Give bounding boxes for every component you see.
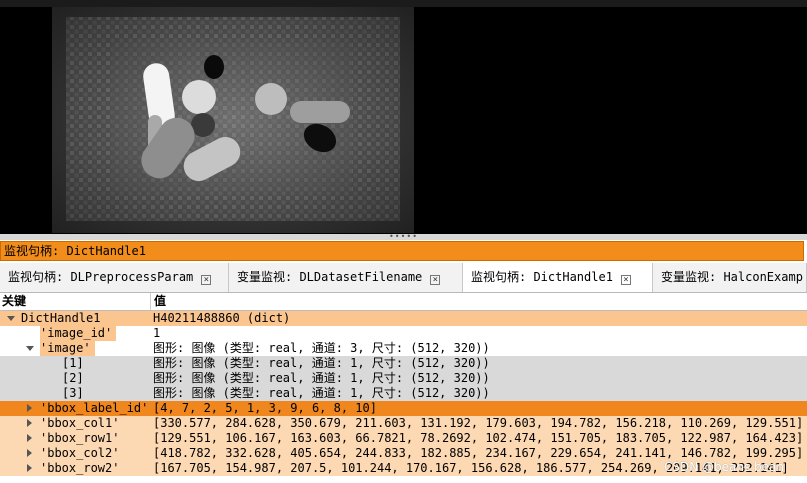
close-icon[interactable]: ×: [201, 275, 212, 285]
row-value: 1: [153, 326, 161, 340]
tab-label: 变量监视: DLDatasetFilename: [237, 270, 423, 284]
tree-row-image-id[interactable]: 'image_id' 1: [0, 326, 807, 341]
row-key: 'bbox_row1': [40, 431, 120, 445]
row-value: [4, 7, 2, 5, 1, 3, 9, 6, 8, 10]: [153, 401, 377, 415]
column-key-header[interactable]: 关键: [2, 293, 26, 310]
image-viewer[interactable]: [0, 0, 807, 236]
row-key: [2]: [62, 371, 84, 385]
row-value: [330.577, 284.628, 350.679, 211.603, 131…: [153, 416, 804, 430]
tab-dlpreprocessparam[interactable]: 监视句柄: DLPreprocessParam ×: [0, 263, 229, 292]
row-value: 图形: 图像 (类型: real, 通道: 3, 尺寸: (512, 320)): [153, 341, 490, 355]
tab-bar: 监视句柄: DLPreprocessParam × 变量监视: DLDataset…: [0, 263, 807, 293]
pill-image: [52, 7, 414, 233]
row-key: [1]: [62, 356, 84, 370]
column-value-header[interactable]: 值: [150, 293, 166, 310]
row-key: 'bbox_col1': [40, 416, 120, 430]
close-icon[interactable]: ×: [430, 275, 441, 285]
row-value: 图形: 图像 (类型: real, 通道: 1, 尺寸: (512, 320)): [153, 386, 490, 400]
row-key: 'bbox_col2': [40, 446, 120, 460]
tree-row-dicthandle[interactable]: DictHandle1 H40211488860 (dict): [0, 311, 807, 326]
row-value: 图形: 图像 (类型: real, 通道: 1, 尺寸: (512, 320)): [153, 371, 490, 385]
tree-row-bbox-col2[interactable]: 'bbox_col2' [418.782, 332.628, 405.654, …: [0, 446, 807, 461]
tab-dicthandle1[interactable]: 监视句柄: DictHandle1 ×: [463, 263, 653, 292]
row-key: 'image_id': [40, 326, 117, 341]
close-icon[interactable]: ×: [620, 275, 631, 285]
tab-label: 监视句柄: DLPreprocessParam: [8, 270, 194, 284]
row-key: 'bbox_label_id': [40, 401, 149, 415]
expand-icon[interactable]: [27, 434, 32, 442]
expand-icon[interactable]: [27, 449, 32, 457]
splitter-handle[interactable]: •••••: [0, 232, 807, 241]
grip-dots-icon: •••••: [388, 232, 419, 241]
collapse-icon[interactable]: [7, 316, 15, 321]
collapse-icon[interactable]: [26, 346, 34, 351]
tree-header: 关键 值: [0, 293, 807, 311]
row-value: H40211488860 (dict): [153, 311, 291, 325]
row-value: [129.551, 106.167, 163.603, 66.7821, 78.…: [153, 431, 804, 445]
monitor-title-bar: 监视句柄: DictHandle1: [0, 241, 804, 261]
watermark: CSDN @beans bean: [664, 460, 785, 474]
tree-row-image-channel-2[interactable]: [2] 图形: 图像 (类型: real, 通道: 1, 尺寸: (512, 3…: [0, 371, 807, 386]
tree-row-image-channel-3[interactable]: [3] 图形: 图像 (类型: real, 通道: 1, 尺寸: (512, 3…: [0, 386, 807, 401]
tab-dldatasetfilename[interactable]: 变量监视: DLDatasetFilename ×: [229, 263, 463, 292]
tree-row-image-channel-1[interactable]: [1] 图形: 图像 (类型: real, 通道: 1, 尺寸: (512, 3…: [0, 356, 807, 371]
row-key: [3]: [62, 386, 84, 400]
row-key: 'bbox_row2': [40, 461, 120, 475]
tab-label: 变量监视: HalconExamp: [661, 270, 803, 284]
dict-tree-view: 关键 值 DictHandle1 H40211488860 (dict) 'im…: [0, 293, 807, 483]
expand-icon[interactable]: [27, 464, 32, 472]
tree-row-image[interactable]: 'image' 图形: 图像 (类型: real, 通道: 3, 尺寸: (51…: [0, 341, 807, 356]
tree-row-bbox-label-id[interactable]: 'bbox_label_id' [4, 7, 2, 5, 1, 3, 9, 6,…: [0, 401, 807, 416]
viewer-top-border: [0, 0, 807, 7]
row-key: DictHandle1: [21, 311, 101, 325]
tab-halconexamp[interactable]: 变量监视: HalconExamp: [653, 263, 807, 292]
row-value: [418.782, 332.628, 405.654, 244.833, 182…: [153, 446, 804, 460]
tab-label: 监视句柄: DictHandle1: [471, 270, 613, 284]
expand-icon[interactable]: [27, 419, 32, 427]
tree-row-bbox-col1[interactable]: 'bbox_col1' [330.577, 284.628, 350.679, …: [0, 416, 807, 431]
expand-icon[interactable]: [27, 404, 32, 412]
tree-row-bbox-row1[interactable]: 'bbox_row1' [129.551, 106.167, 163.603, …: [0, 431, 807, 446]
row-key: 'image': [40, 341, 95, 356]
row-value: 图形: 图像 (类型: real, 通道: 1, 尺寸: (512, 320)): [153, 356, 490, 370]
